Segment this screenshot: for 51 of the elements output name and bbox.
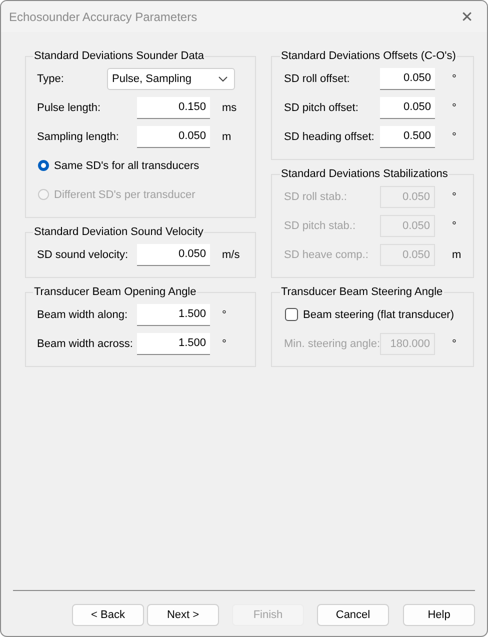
group-title: Transducer Beam Opening Angle [33,286,198,298]
unit-label: ° [222,338,226,350]
dialog-button[interactable]: Help [403,604,475,626]
unit-label: m/s [222,248,240,260]
group-title: Standard Deviations Sounder Data [33,50,205,62]
close-button[interactable]: ✕ [447,1,487,32]
dialog-button[interactable]: < Back [72,604,144,626]
field-label: Beam width along: [37,308,128,320]
group-title: Standard Deviation Sound Velocity [33,226,204,238]
unit-label: ° [222,308,226,320]
number-field[interactable]: 1.500 [137,332,210,354]
field-label: Sampling length: [37,130,120,142]
chevron-down-icon [218,76,228,82]
unit-label: ° [452,130,456,142]
field-label: SD heave comp.: [284,248,370,260]
number-field[interactable]: 0.050 [137,126,210,148]
unit-label: ° [452,220,456,232]
unit-label: m [452,248,462,260]
unit-label: m [222,130,232,142]
unit-label: ° [452,72,456,84]
number-field[interactable]: 1.500 [137,304,210,326]
checkbox[interactable] [285,308,298,321]
radio-option[interactable]: Same SD's for all transducers [38,151,255,180]
field-label: Beam width across: [37,338,134,350]
window-title: Echosounder Accuracy Parameters [9,10,198,24]
number-field[interactable]: 0.050 [380,96,435,118]
unit-label: ms [222,102,237,114]
dialog-button[interactable]: Next > [147,604,219,626]
field-label: SD heading offset: [284,130,376,142]
unit-label: ° [452,338,456,350]
type-dropdown[interactable]: Pulse, Sampling [107,68,235,90]
radio-button[interactable] [38,160,49,171]
field-label: SD pitch stab.: [284,220,357,232]
field-label: SD sound velocity: [37,248,130,260]
group-title: Standard Deviations Offsets (C-O's) [280,50,457,62]
checkbox-option[interactable]: Beam steering (flat transducer) [285,300,473,329]
group-title: Transducer Beam Steering Angle [280,286,444,298]
field-label: Type: [37,72,65,84]
unit-label: ° [452,190,456,202]
field-label: SD pitch offset: [284,102,360,114]
number-field[interactable]: 0.500 [380,126,435,148]
field-label: SD roll stab.: [284,190,348,202]
field-label: SD roll offset: [284,72,351,84]
dialog-button[interactable]: Cancel [317,604,389,626]
unit-label: ° [452,102,456,114]
field-label: Min. steering angle: [284,338,380,350]
group-title: Standard Deviations Stabilizations [280,168,449,180]
number-field[interactable]: 0.150 [137,96,210,118]
number-field[interactable]: 0.050 [380,68,435,90]
field-label: Pulse length: [37,102,102,114]
number-field[interactable]: 0.050 [137,244,210,266]
